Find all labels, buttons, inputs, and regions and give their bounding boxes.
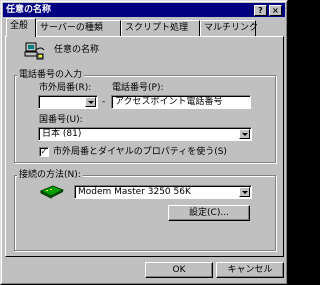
area-code-combo[interactable] [38, 95, 98, 109]
modem-icon [39, 185, 65, 199]
use-dialing-rules-checkbox[interactable]: ✓ [39, 147, 49, 157]
ok-button[interactable]: OK [145, 262, 213, 278]
modem-select[interactable]: Modem Master 3250 56K [74, 185, 252, 199]
title-bar[interactable]: 任意の名称 ? × [3, 3, 285, 17]
country-code-label: 国番号(U): [39, 115, 83, 125]
chevron-down-icon[interactable] [85, 97, 96, 107]
country-code-value: 日本 (81) [42, 129, 82, 139]
connection-name: 任意の名称 [54, 45, 100, 55]
tab-general[interactable]: 全般 [6, 18, 36, 37]
close-button[interactable]: × [269, 5, 282, 16]
tab-scripting[interactable]: スクリプト処理 [121, 20, 200, 36]
cancel-button[interactable]: キャンセル [216, 262, 284, 278]
country-code-select[interactable]: 日本 (81) [38, 127, 252, 141]
modem-value: Modem Master 3250 56K [78, 187, 191, 197]
chevron-down-icon[interactable] [239, 129, 250, 139]
help-button[interactable]: ? [254, 5, 267, 16]
chevron-down-icon[interactable] [239, 187, 250, 197]
window-title: 任意の名称 [6, 5, 52, 15]
dash-separator: - [102, 97, 106, 107]
tab-multilink[interactable]: マルチリンク [200, 20, 258, 36]
connect-using-label: 接続の方法(N): [17, 170, 83, 180]
phone-group-label: 電話番号の入力 [17, 70, 85, 80]
area-code-label: 市外局番(R): [39, 83, 92, 93]
tab-server-type[interactable]: サーバーの種類 [36, 20, 121, 36]
phone-number-label: 電話番号(P): [112, 83, 164, 93]
dial-up-connection-icon [24, 42, 45, 60]
use-dialing-rules-label[interactable]: 市外局番とダイヤルのプロパティを使う(S) [53, 147, 227, 157]
phone-number-field[interactable]: アクセスポイント電話番号 [111, 95, 251, 109]
dialog-window: 任意の名称 ? × 全般 サーバーの種類 スクリプト処理 マルチリンク 任意の名… [0, 0, 288, 285]
configure-button[interactable]: 設定(C)... [168, 205, 250, 221]
